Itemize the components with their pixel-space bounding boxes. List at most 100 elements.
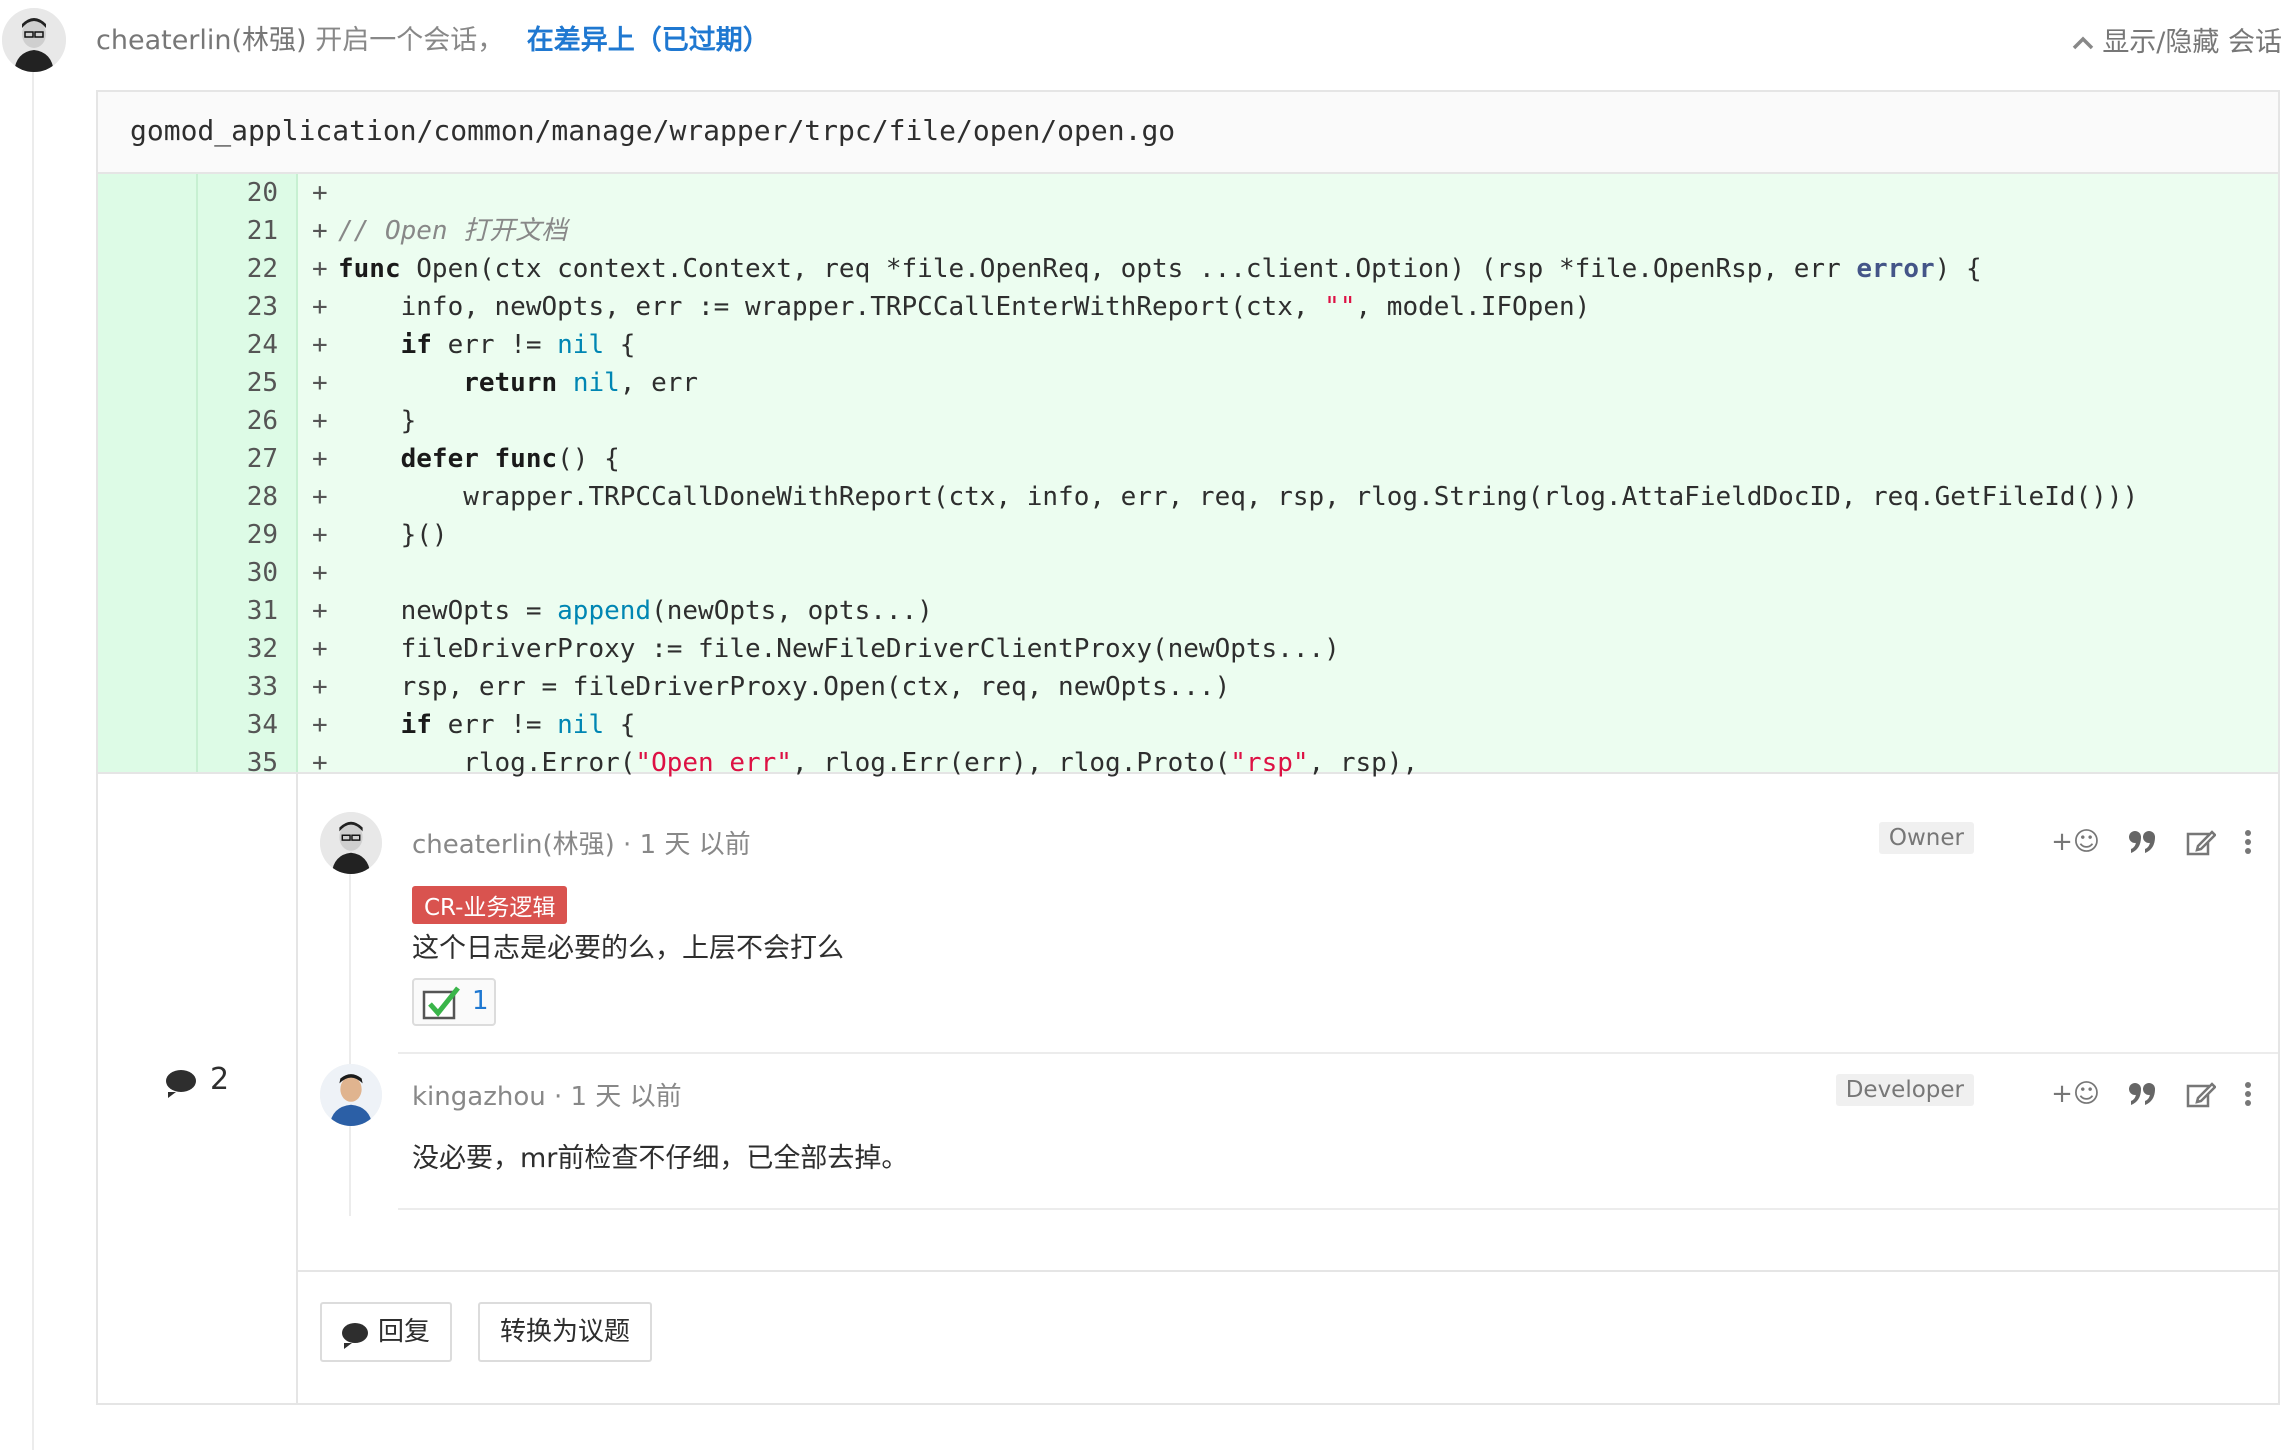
- code-segment: info, newOpts, err := wrapper.TRPCCallEn…: [338, 292, 1325, 322]
- timeline-line: [32, 70, 34, 1450]
- code-segment: ) {: [1934, 254, 1982, 284]
- code-builtin: nil: [572, 368, 620, 398]
- more-options-icon[interactable]: [2244, 1081, 2252, 1107]
- code-builtin: nil: [557, 330, 605, 360]
- added-marker: +: [312, 178, 328, 208]
- note-count-value: 2: [210, 1062, 230, 1097]
- reply-bar: 回复 转换为议题: [298, 1272, 2278, 1403]
- line-number[interactable]: 24: [198, 326, 278, 364]
- code-line: 20 +: [98, 174, 2278, 212]
- diff-code: 20 + 21 + // Open 打开文档 22 + func Open(ct…: [98, 174, 2278, 778]
- added-marker: +: [312, 444, 328, 474]
- line-number[interactable]: 25: [198, 364, 278, 402]
- toggle-discussion-button[interactable]: 显示/隐藏 会话: [2072, 20, 2282, 59]
- avatar[interactable]: [2, 8, 66, 72]
- header-author[interactable]: cheaterlin(林强): [96, 25, 307, 56]
- quote-icon[interactable]: [2128, 1081, 2158, 1107]
- code-keyword: func: [338, 254, 401, 284]
- discussion-gutter: 2: [98, 774, 298, 1403]
- code-type: error: [1856, 254, 1935, 284]
- added-marker: +: [312, 520, 328, 550]
- header-text: cheaterlin(林强) 开启一个会话， 在差异上（已过期）: [96, 18, 770, 57]
- code-keyword: defer func: [338, 444, 558, 474]
- file-path[interactable]: gomod_application/common/manage/wrapper/…: [130, 114, 1175, 147]
- note-author-time[interactable]: cheaterlin(林强) · 1 天 以前: [412, 824, 751, 861]
- context-link[interactable]: 在差异上（已过期）: [527, 25, 770, 56]
- comment-icon: [342, 1322, 368, 1349]
- label-badge[interactable]: CR-业务逻辑: [412, 886, 568, 924]
- code-line: 21 + // Open 打开文档: [98, 212, 2278, 250]
- code-text: info, newOpts, err := wrapper.TRPCCallEn…: [338, 288, 1591, 326]
- add-reaction-button[interactable]: +☺: [2051, 827, 2100, 857]
- avatar[interactable]: [320, 812, 382, 874]
- code-segment: err !=: [431, 710, 558, 740]
- code-segment: {: [604, 330, 636, 360]
- code-segment: newOpts =: [338, 596, 558, 626]
- line-number[interactable]: 21: [198, 212, 278, 250]
- added-marker: +: [312, 634, 328, 664]
- edit-icon[interactable]: [2186, 828, 2216, 856]
- added-marker: +: [312, 596, 328, 626]
- line-number[interactable]: 28: [198, 478, 278, 516]
- code-text: }(): [338, 520, 448, 550]
- code-line: 23 + info, newOpts, err := wrapper.TRPCC…: [98, 288, 2278, 326]
- code-segment: (newOpts, opts...): [651, 596, 933, 626]
- line-number[interactable]: 20: [198, 174, 278, 212]
- note-separator: [398, 1208, 2278, 1210]
- line-number[interactable]: 34: [198, 706, 278, 744]
- code-segment: Open(ctx context.Context, req *file.Open…: [400, 254, 1857, 284]
- code-text: rsp, err = fileDriverProxy.Open(ctx, req…: [338, 672, 1231, 702]
- check-mark-icon: [422, 986, 462, 1024]
- note-actions: +☺: [2023, 1074, 2252, 1114]
- code-keyword: if: [338, 330, 432, 360]
- file-header: gomod_application/common/manage/wrapper/…: [98, 92, 2278, 174]
- code-line: 29 + }(): [98, 516, 2278, 554]
- more-options-icon[interactable]: [2244, 829, 2252, 855]
- code-text: if err != nil {: [338, 706, 636, 744]
- code-keyword: return: [338, 368, 558, 398]
- convert-to-issue-button[interactable]: 转换为议题: [478, 1302, 653, 1362]
- comment-icon: [166, 1069, 196, 1098]
- line-number[interactable]: 27: [198, 440, 278, 478]
- line-number[interactable]: 31: [198, 592, 278, 630]
- avatar[interactable]: [320, 1064, 382, 1126]
- note-item: kingazhou · 1 天 以前 Developer +☺ 没必要，mr前检…: [298, 1064, 2278, 1244]
- code-line: 31 + newOpts = append(newOpts, opts...): [98, 592, 2278, 630]
- line-number[interactable]: 30: [198, 554, 278, 592]
- note-author-time[interactable]: kingazhou · 1 天 以前: [412, 1076, 682, 1113]
- added-marker: +: [312, 558, 328, 588]
- note-item: cheaterlin(林强) · 1 天 以前 Owner +☺ CR-业务逻辑…: [298, 812, 2278, 1062]
- code-text: fileDriverProxy := file.NewFileDriverCli…: [338, 634, 1340, 664]
- role-badge: Owner: [1878, 822, 1974, 854]
- code-line: 22 + func Open(ctx context.Context, req …: [98, 250, 2278, 288]
- line-number[interactable]: 23: [198, 288, 278, 326]
- edit-icon[interactable]: [2186, 1080, 2216, 1108]
- line-number[interactable]: 29: [198, 516, 278, 554]
- code-comment: // Open 打开文档: [338, 216, 568, 246]
- chevron-up-icon: [2072, 27, 2094, 58]
- code-text: wrapper.TRPCCallDoneWithReport(ctx, info…: [338, 482, 2139, 512]
- added-marker: +: [312, 254, 328, 284]
- code-text: defer func() {: [338, 440, 620, 478]
- line-number[interactable]: 22: [198, 250, 278, 288]
- code-line: 34 + if err != nil {: [98, 706, 2278, 744]
- added-marker: +: [312, 482, 328, 512]
- code-line: 32 + fileDriverProxy := file.NewFileDriv…: [98, 630, 2278, 668]
- line-number[interactable]: 32: [198, 630, 278, 668]
- note-separator: [398, 1052, 2278, 1054]
- code-text: newOpts = append(newOpts, opts...): [338, 592, 933, 630]
- note-count[interactable]: 2: [166, 1062, 230, 1098]
- note-actions: +☺: [2023, 822, 2252, 862]
- quote-icon[interactable]: [2128, 829, 2158, 855]
- code-text: return nil, err: [338, 364, 698, 402]
- reply-button[interactable]: 回复: [320, 1302, 453, 1362]
- line-number[interactable]: 26: [198, 402, 278, 440]
- code-segment: err !=: [431, 330, 558, 360]
- award-button[interactable]: 1: [412, 978, 496, 1026]
- code-line: 28 + wrapper.TRPCCallDoneWithReport(ctx,…: [98, 478, 2278, 516]
- add-reaction-button[interactable]: +☺: [2051, 1079, 2100, 1109]
- code-text: // Open 打开文档: [338, 212, 567, 250]
- code-line: 27 + defer func() {: [98, 440, 2278, 478]
- line-number[interactable]: 33: [198, 668, 278, 706]
